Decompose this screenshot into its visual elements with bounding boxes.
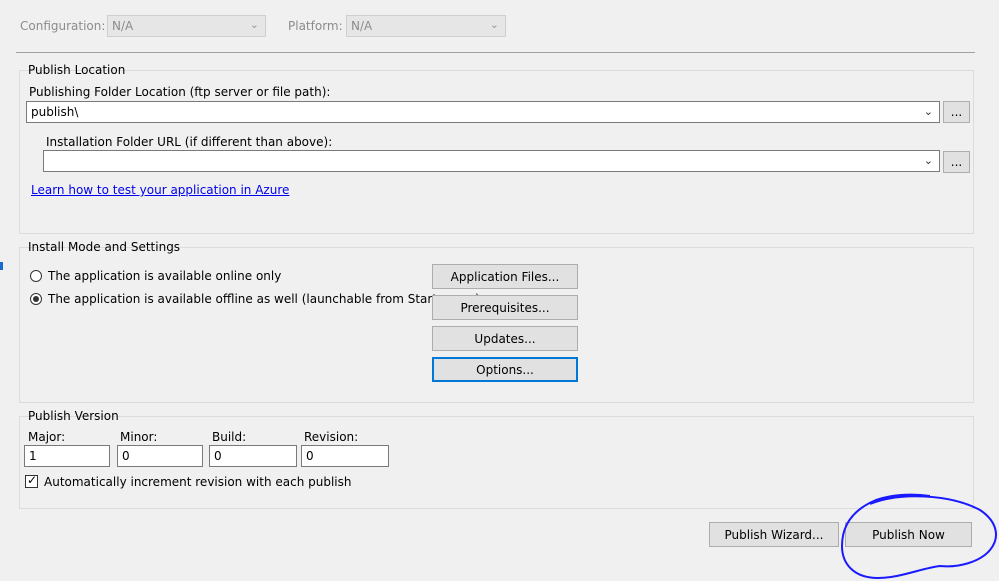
platform-select: N/A ⌄ (346, 15, 506, 37)
revision-label: Revision: (304, 430, 359, 444)
radio-offline[interactable] (30, 293, 42, 305)
auto-increment-label[interactable]: Automatically increment revision with ea… (44, 475, 352, 489)
radio-online-only-label[interactable]: The application is available online only (48, 269, 281, 283)
options-button[interactable]: Options... (432, 357, 578, 382)
configuration-label: Configuration: (20, 19, 106, 33)
publishing-folder-value: publish\ (31, 105, 79, 119)
prerequisites-button[interactable]: Prerequisites... (432, 295, 578, 320)
installation-url-label: Installation Folder URL (if different th… (46, 135, 333, 149)
platform-label: Platform: (288, 19, 343, 33)
edge-artifact (0, 262, 3, 270)
publish-location-title: Publish Location (28, 63, 126, 77)
publish-wizard-button[interactable]: Publish Wizard... (709, 522, 839, 547)
install-mode-title: Install Mode and Settings (28, 240, 181, 254)
radio-selected-dot (33, 296, 39, 302)
revision-input[interactable]: 0 (301, 445, 389, 467)
browse-url-button[interactable]: ... (943, 151, 970, 173)
auto-increment-checkbox[interactable]: ✓ (25, 473, 38, 488)
configuration-value: N/A (112, 19, 134, 33)
build-input[interactable]: 0 (209, 445, 297, 467)
major-label: Major: (28, 430, 66, 444)
major-input[interactable]: 1 (24, 445, 110, 467)
chevron-down-icon[interactable]: ⌄ (924, 154, 933, 167)
publishing-folder-label: Publishing Folder Location (ftp server o… (29, 85, 331, 99)
annotation-circle (840, 493, 997, 580)
publish-version-title: Publish Version (28, 409, 119, 423)
application-files-button[interactable]: Application Files... (432, 264, 578, 289)
azure-test-link[interactable]: Learn how to test your application in Az… (31, 183, 289, 197)
minor-input[interactable]: 0 (117, 445, 203, 467)
annotation-stroke (840, 493, 997, 580)
radio-offline-label[interactable]: The application is available offline as … (48, 292, 480, 306)
browse-folder-button[interactable]: ... (943, 101, 970, 123)
updates-button[interactable]: Updates... (432, 326, 578, 351)
platform-value: N/A (351, 19, 373, 33)
configuration-select: N/A ⌄ (107, 15, 266, 37)
checkmark-icon: ✓ (27, 473, 38, 487)
publishing-folder-input[interactable]: publish\ ⌄ (26, 101, 940, 123)
minor-label: Minor: (120, 430, 158, 444)
chevron-down-icon: ⌄ (249, 18, 259, 31)
chevron-down-icon: ⌄ (489, 18, 499, 31)
radio-online-only[interactable] (30, 270, 42, 282)
build-label: Build: (212, 430, 247, 444)
separator (16, 52, 975, 53)
chevron-down-icon[interactable]: ⌄ (924, 105, 933, 118)
installation-url-input[interactable]: ⌄ (43, 150, 940, 172)
